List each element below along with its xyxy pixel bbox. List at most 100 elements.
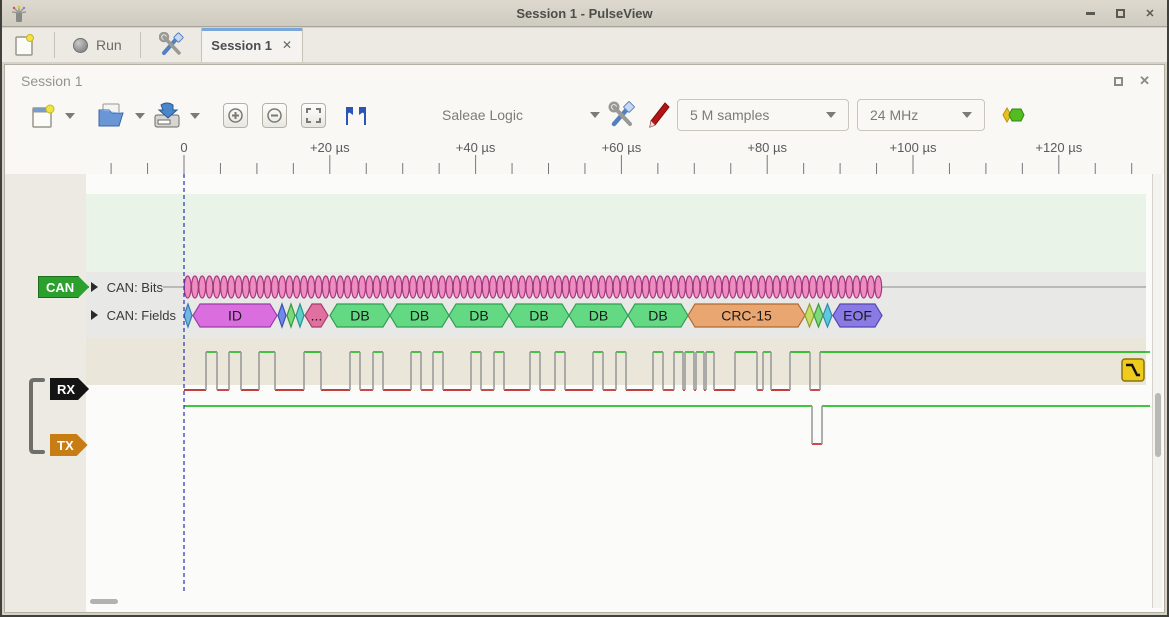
title-bar[interactable]: Session 1 - PulseView ✕ [2,0,1167,27]
can-bit-annotation [257,276,264,298]
can-bit-annotation [715,276,722,298]
can-field-sof [184,304,192,327]
add-decoder-icon[interactable] [1001,105,1027,125]
save-dropdown-caret[interactable] [190,113,200,119]
session-subwindow: Session 1 ✕ [4,64,1165,613]
new-session-button[interactable] [2,28,48,62]
can-bit-annotation [242,276,249,298]
can-bit-annotation [831,276,838,298]
can-bit-annotation [497,276,504,298]
settings-button[interactable] [147,28,197,62]
can-bit-annotation [795,276,802,298]
trigger-marker[interactable] [1122,359,1144,381]
run-button[interactable]: Run [61,28,134,62]
can-bit-annotation [381,276,388,298]
can-field-label: DB [529,308,548,324]
timeline-ruler[interactable]: 0+20 µs+40 µs+60 µs+80 µs+100 µs+120 µs [5,137,1164,174]
can-bit-annotation [337,276,344,298]
can-bit-annotation [839,276,846,298]
can-field-label: DB [350,308,369,324]
sample-count-caret [826,112,836,118]
can-bit-annotation [351,276,358,298]
expand-icon[interactable] [91,310,98,320]
sample-rate-select[interactable]: 24 MHz [857,99,985,131]
close-button[interactable]: ✕ [1143,7,1157,21]
trace-view[interactable]: ID...DBDBDBDBDBDBCRC-15EOF CAN CAN: Bits… [5,174,1164,612]
open-file-icon[interactable] [97,102,125,128]
float-window-icon[interactable] [1114,77,1123,86]
session-tab-label: Session 1 [211,38,272,53]
minimize-icon [1086,12,1095,15]
close-icon: ✕ [1145,7,1154,20]
can-bit-annotation [679,276,686,298]
can-bit-annotation [657,276,664,298]
horizontal-scrollbar-handle[interactable] [90,599,118,604]
can-field-label: CRC-15 [721,308,772,324]
can-bit-annotation [228,276,235,298]
can-bit-annotation [671,276,678,298]
expand-icon[interactable] [91,282,98,292]
can-bit-annotation [526,276,533,298]
can-bit-annotation [519,276,526,298]
zoom-fit-icon [306,108,321,123]
vertical-scrollbar-handle[interactable] [1155,393,1161,457]
can-bit-annotation [533,276,540,298]
can-field-bit-a [278,304,286,327]
zoom-fit-button[interactable] [301,103,326,128]
sample-rate-value: 24 MHz [870,107,918,123]
ruler-ticks [5,137,1164,174]
can-bit-annotation [620,276,627,298]
zoom-out-icon [267,108,282,123]
subwindow-close-icon[interactable]: ✕ [1139,73,1150,89]
probe-channels-icon[interactable] [645,101,671,129]
session-tab[interactable]: Session 1 ✕ [201,28,303,62]
can-bit-annotation [359,276,366,298]
can-bit-annotation [221,276,228,298]
can-field-label: ... [311,308,323,324]
zoom-in-button[interactable] [223,103,248,128]
minimize-button[interactable] [1083,7,1097,21]
can-bit-annotation [417,276,424,298]
can-bit-annotation [301,276,308,298]
can-bit-annotation [650,276,657,298]
can-bit-annotation [540,276,547,298]
maximize-icon [1116,9,1125,18]
new-view-dropdown-caret[interactable] [65,113,75,119]
show-cursors-icon[interactable] [343,105,369,127]
new-view-icon[interactable] [31,103,55,129]
row-label-can-bits[interactable]: CAN: Bits [91,280,163,295]
can-bit-annotation [206,276,213,298]
can-bit-annotation [184,276,191,298]
device-selector[interactable]: Saleae Logic [442,99,600,131]
channel-group-bracket[interactable] [31,380,43,452]
can-field-label: DB [589,308,608,324]
tab-close-icon[interactable]: ✕ [282,38,292,52]
can-bit-annotation [737,276,744,298]
can-bit-annotation [344,276,351,298]
can-bit-annotation [192,276,199,298]
open-dropdown-caret[interactable] [135,113,145,119]
save-file-icon[interactable] [153,101,181,129]
subwindow-header[interactable]: Session 1 ✕ [5,65,1164,97]
can-bit-annotation [613,276,620,298]
main-toolbar: Run Session 1 ✕ [2,28,1167,62]
can-bit-annotation [802,276,809,298]
maximize-button[interactable] [1113,7,1127,21]
trace-canvas: ID...DBDBDBDBDBDBCRC-15EOF [5,174,1164,612]
row-label-can-fields[interactable]: CAN: Fields [91,308,176,323]
configure-device-icon[interactable] [608,101,636,129]
can-bit-annotation [235,276,242,298]
can-bit-annotation [468,276,475,298]
can-bit-annotation [402,276,409,298]
vertical-scrollbar[interactable] [1152,174,1162,608]
can-bit-annotation [264,276,271,298]
can-field-label: EOF [843,308,872,324]
can-field-label: ID [228,308,242,324]
toolbar-separator [54,32,55,58]
can-bit-annotation [395,276,402,298]
zoom-out-button[interactable] [262,103,287,128]
sample-count-select[interactable]: 5 M samples [677,99,849,131]
decoder-tag-label: CAN [46,280,74,295]
can-bit-annotation [453,276,460,298]
can-field-label: DB [648,308,667,324]
